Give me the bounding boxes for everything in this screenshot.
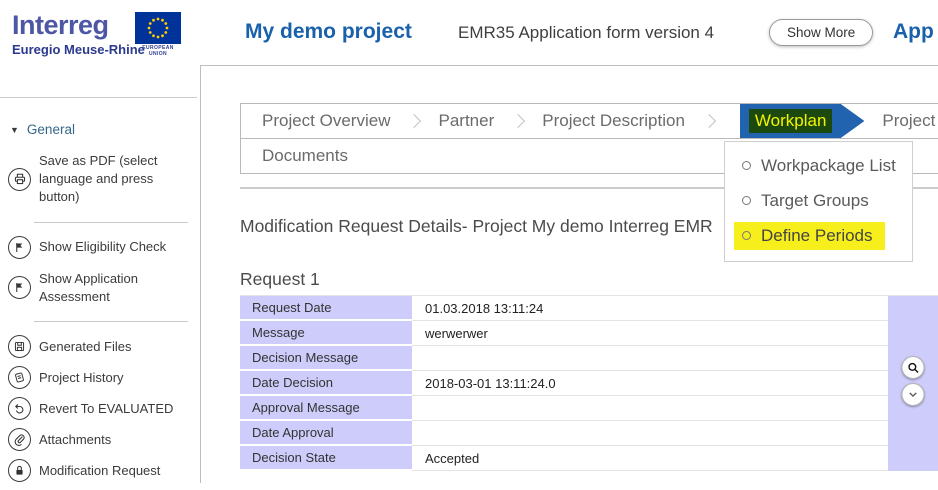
sidebar-item-label: Revert To EVALUATED: [39, 400, 187, 418]
form-version-label: EMR35 Application form version 4: [458, 23, 714, 43]
sidebar-item-label: Generated Files: [39, 338, 187, 356]
table-row-label: Date Approval: [240, 421, 412, 446]
history-icon: [8, 366, 31, 389]
sidebar-item-attachments[interactable]: Attachments: [8, 428, 198, 452]
sidebar-divider-top: [0, 97, 197, 98]
table-row-label: Date Decision: [240, 371, 412, 396]
eu-flag: EUROPEAN UNION: [135, 12, 181, 57]
sidebar: Save as PDF (select language and press b…: [6, 147, 198, 490]
sidebar-item-label: Project History: [39, 369, 187, 387]
tab-project-partial[interactable]: Project: [882, 111, 935, 131]
tab-workplan-active[interactable]: Workplan: [740, 104, 865, 138]
sidebar-item-label: Modification Request: [39, 462, 187, 480]
table-actions-column: [888, 296, 938, 471]
flag-icon: [8, 276, 31, 299]
logo-subtitle: Euregio Meuse-Rhine: [12, 42, 145, 57]
sidebar-section-general[interactable]: ▼ General: [10, 122, 75, 137]
table-row-value: [412, 346, 888, 371]
tab-partner[interactable]: Partner: [438, 111, 494, 131]
menu-item-label: Target Groups: [761, 191, 869, 211]
magnifier-icon: [906, 361, 920, 375]
table-row-label: Approval Message: [240, 396, 412, 421]
table-row-value: Accepted: [412, 446, 888, 471]
menu-item-label: Workpackage List: [761, 156, 896, 176]
sidebar-item-label: Show Application Assessment: [39, 270, 187, 306]
tab-project-description[interactable]: Project Description: [542, 111, 685, 131]
magnifier-button[interactable]: [902, 356, 925, 379]
table-row-label: Decision Message: [240, 346, 412, 371]
table-row-label: Message: [240, 321, 412, 346]
sidebar-item-label: Save as PDF (select language and press b…: [39, 152, 187, 207]
chevron-right-icon: [511, 114, 525, 128]
sidebar-item-application-assessment[interactable]: Show Application Assessment: [8, 270, 198, 306]
sidebar-item-project-history[interactable]: Project History: [8, 366, 198, 390]
chevron-down-icon: [907, 388, 920, 401]
show-more-button[interactable]: Show More: [769, 19, 873, 46]
sidebar-item-eligibility-check[interactable]: Show Eligibility Check: [8, 236, 198, 260]
menu-item-label: Define Periods: [761, 226, 873, 246]
main-panel: Project Overview Partner Project Descrip…: [200, 65, 938, 483]
tab-project-overview[interactable]: Project Overview: [262, 111, 390, 131]
table-row-label: Decision State: [240, 446, 412, 471]
printer-icon: [8, 168, 31, 191]
active-tab-label: Workplan: [749, 109, 833, 133]
table-row-value: 2018-03-01 13:11:24.0: [412, 371, 888, 396]
sidebar-section-label: General: [27, 122, 75, 137]
sidebar-item-save-as-pdf[interactable]: Save as PDF (select language and press b…: [8, 152, 198, 207]
workplan-dropdown-menu: Workpackage List Target Groups Define Pe…: [724, 141, 913, 262]
nav-tab-row-1: Project Overview Partner Project Descrip…: [241, 104, 938, 139]
menu-item-workpackage-list[interactable]: Workpackage List: [725, 148, 912, 183]
table-row-value: [412, 396, 888, 421]
sidebar-item-generated-files[interactable]: Generated Files: [8, 335, 198, 359]
sidebar-item-revert-to-evaluated[interactable]: Revert To EVALUATED: [8, 397, 198, 421]
collapse-button[interactable]: [902, 383, 925, 406]
sidebar-divider: [34, 321, 188, 322]
eu-flag-label: EUROPEAN UNION: [135, 45, 181, 57]
logo-title: Interreg: [12, 12, 145, 39]
bullet-icon: [742, 196, 751, 205]
table-row-label: Request Date: [240, 296, 412, 321]
modification-request-heading: Modification Request Details- Project My…: [240, 216, 713, 237]
tab-documents[interactable]: Documents: [262, 146, 348, 166]
caret-down-icon: ▼: [10, 125, 19, 135]
request-details-table: Request Date 01.03.2018 13:11:24 Message…: [240, 295, 938, 471]
paperclip-icon: [8, 428, 31, 451]
sidebar-divider: [34, 222, 188, 223]
bullet-icon: [742, 231, 751, 240]
app-action-link[interactable]: App: [893, 20, 934, 44]
lock-icon: [8, 459, 31, 482]
undo-icon: [8, 397, 31, 420]
chevron-right-icon: [407, 114, 421, 128]
table-row-value: werwerwer: [412, 321, 888, 346]
sidebar-item-label: Show Eligibility Check: [39, 238, 187, 256]
request-title: Request 1: [240, 269, 320, 290]
menu-item-define-periods[interactable]: Define Periods: [725, 218, 912, 253]
flag-icon: [8, 236, 31, 259]
sidebar-item-modification-request[interactable]: Modification Request: [8, 459, 198, 483]
floppy-icon: [8, 335, 31, 358]
menu-item-target-groups[interactable]: Target Groups: [725, 183, 912, 218]
table-row-value: 01.03.2018 13:11:24: [412, 296, 888, 321]
bullet-icon: [742, 161, 751, 170]
table-row-value: [412, 421, 888, 446]
eu-flag-icon: [135, 12, 181, 44]
sidebar-item-label: Attachments: [39, 431, 187, 449]
chevron-right-icon: [702, 114, 716, 128]
page-title: My demo project: [245, 20, 412, 44]
interreg-logo: Interreg Euregio Meuse-Rhine: [12, 12, 145, 57]
highlighted-menu-item: Define Periods: [734, 222, 885, 250]
